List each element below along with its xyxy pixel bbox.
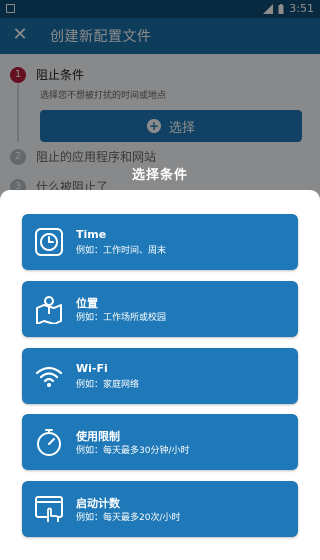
wifi-icon bbox=[35, 366, 63, 387]
option-title: 位置 bbox=[76, 297, 98, 310]
option-title: 启动计数 bbox=[76, 497, 120, 510]
option-title: Time bbox=[76, 228, 107, 241]
option-time[interactable]: Time 例如：工作时间、周末 bbox=[22, 214, 298, 270]
option-subtitle: 例如：每天最多20次/小时 bbox=[76, 513, 181, 523]
tap-screen-icon bbox=[35, 496, 63, 522]
option-subtitle: 例如：工作时间、周末 bbox=[76, 246, 167, 256]
option-usage-limit[interactable]: 使用限制 例如：每天最多30分钟/小时 bbox=[22, 414, 298, 470]
clock-icon bbox=[35, 228, 63, 256]
option-location[interactable]: 位置 例如：工作场所或校园 bbox=[22, 281, 298, 337]
option-title: Wi-Fi bbox=[76, 362, 108, 375]
sheet-title: 选择条件 bbox=[131, 168, 188, 183]
timer-icon bbox=[37, 429, 61, 456]
option-wifi[interactable]: Wi-Fi 例如：家庭网络 bbox=[22, 348, 298, 404]
option-subtitle: 例如：每天最多30分钟/小时 bbox=[76, 446, 190, 456]
map-location-icon bbox=[36, 296, 62, 324]
option-launch-count[interactable]: 启动计数 例如：每天最多20次/小时 bbox=[22, 481, 298, 537]
option-title: 使用限制 bbox=[76, 430, 120, 443]
option-subtitle: 例如：家庭网络 bbox=[76, 380, 140, 390]
option-subtitle: 例如：工作场所或校园 bbox=[76, 313, 167, 323]
